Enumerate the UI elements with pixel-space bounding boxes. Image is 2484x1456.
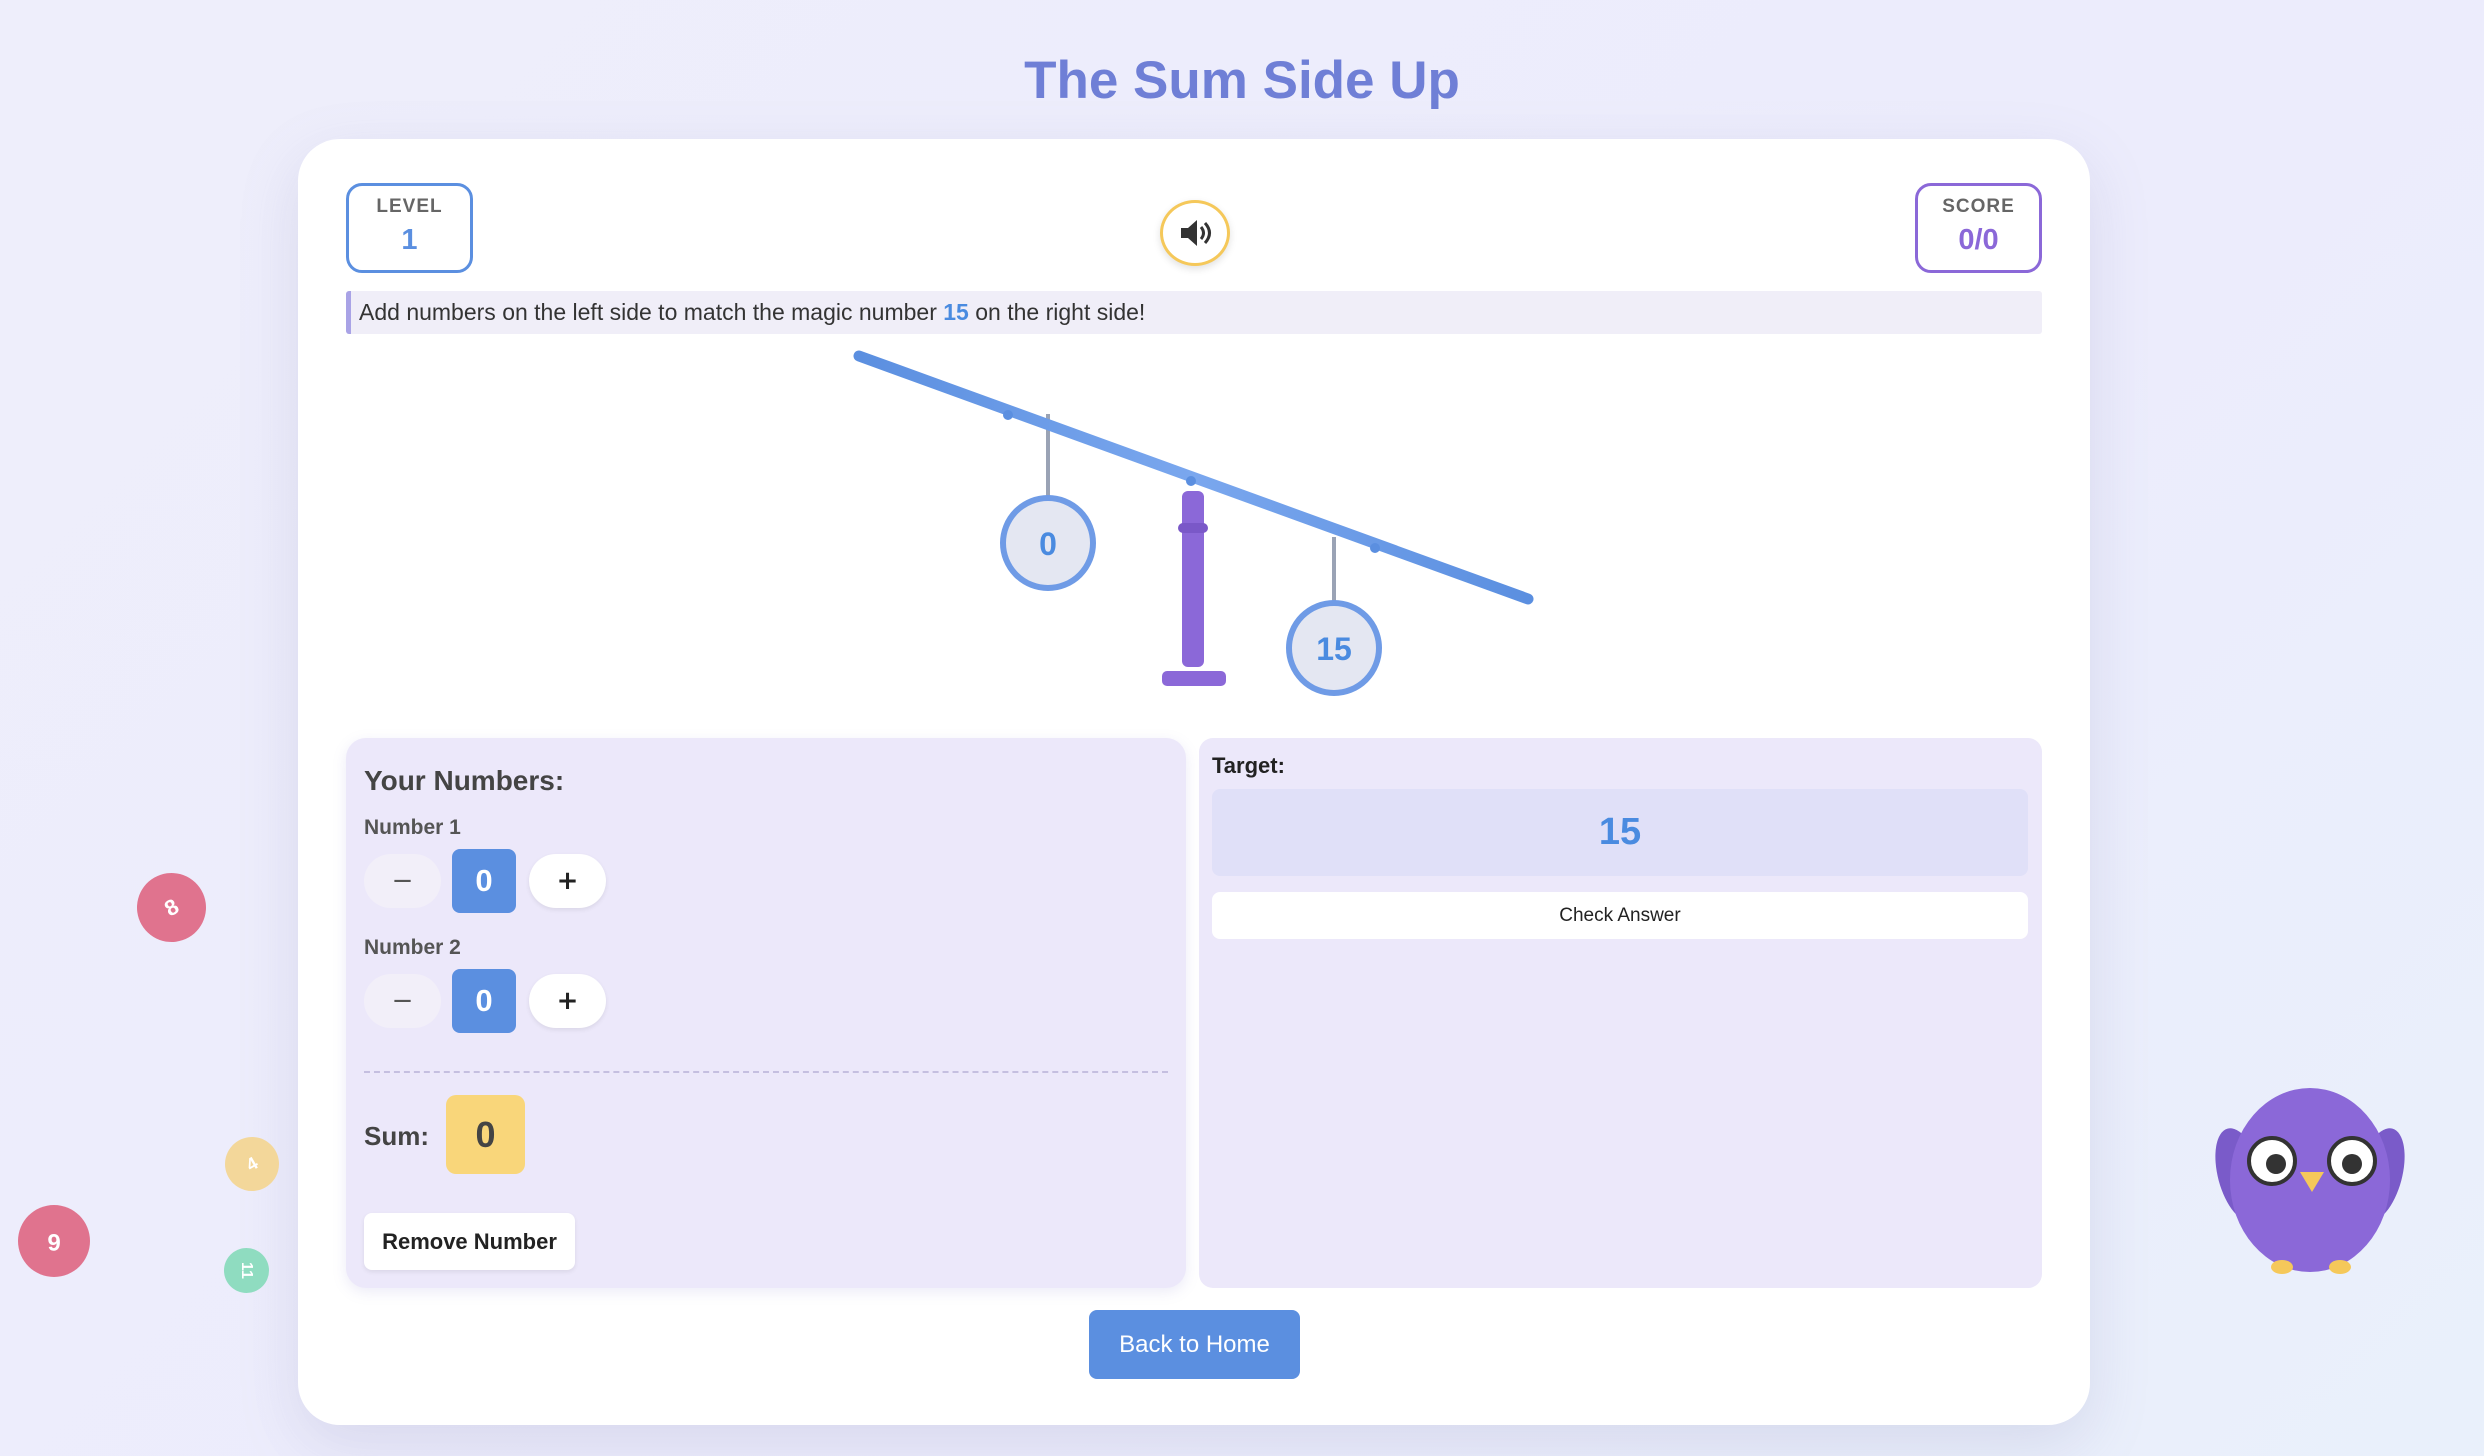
scale-base [1162, 671, 1226, 686]
left-weight-value: 0 [1039, 526, 1057, 562]
target-value: 15 [1212, 789, 2028, 876]
number-1-label: Number 1 [364, 816, 461, 839]
game-card: LEVEL 1 SCORE 0/0 Add numbers on the lef… [298, 139, 2090, 1425]
number-1-increment-button[interactable]: + [529, 854, 606, 908]
target-panel: Target: 15 Check Answer [1199, 738, 2042, 1288]
your-numbers-panel: Your Numbers: Number 1 − 0 + Number 2 − … [346, 738, 1186, 1288]
remove-number-button[interactable]: Remove Number [364, 1213, 575, 1270]
left-weight: 0 [1000, 495, 1096, 591]
check-answer-button[interactable]: Check Answer [1212, 892, 2028, 939]
number-2-value: 0 [452, 969, 516, 1033]
back-to-home-button[interactable]: Back to Home [1089, 1310, 1300, 1379]
right-weight: 15 [1286, 600, 1382, 696]
sum-label: Sum: [364, 1121, 429, 1151]
right-weight-value: 15 [1316, 631, 1352, 667]
floating-number-bubble: 11 [224, 1248, 269, 1293]
scale-stand [1182, 491, 1204, 667]
floating-number-bubble: 8 [124, 860, 219, 955]
owl-mascot-icon [2215, 1088, 2405, 1274]
scale-pivot [1178, 523, 1208, 533]
your-numbers-heading: Your Numbers: [364, 765, 565, 796]
number-1-decrement-button[interactable]: − [364, 854, 441, 908]
number-2-decrement-button[interactable]: − [364, 974, 441, 1028]
target-label: Target: [1212, 753, 1285, 778]
panel-divider [364, 1071, 1168, 1073]
balance-scale: 0 15 [853, 350, 1534, 696]
sum-value: 0 [446, 1095, 525, 1174]
page-title: The Sum Side Up [1024, 51, 1460, 110]
number-1-value: 0 [452, 849, 516, 913]
floating-number-bubble: 4 [215, 1127, 289, 1201]
number-2-label: Number 2 [364, 936, 461, 959]
floating-number-bubble: 6 [18, 1205, 90, 1277]
number-2-increment-button[interactable]: + [529, 974, 606, 1028]
